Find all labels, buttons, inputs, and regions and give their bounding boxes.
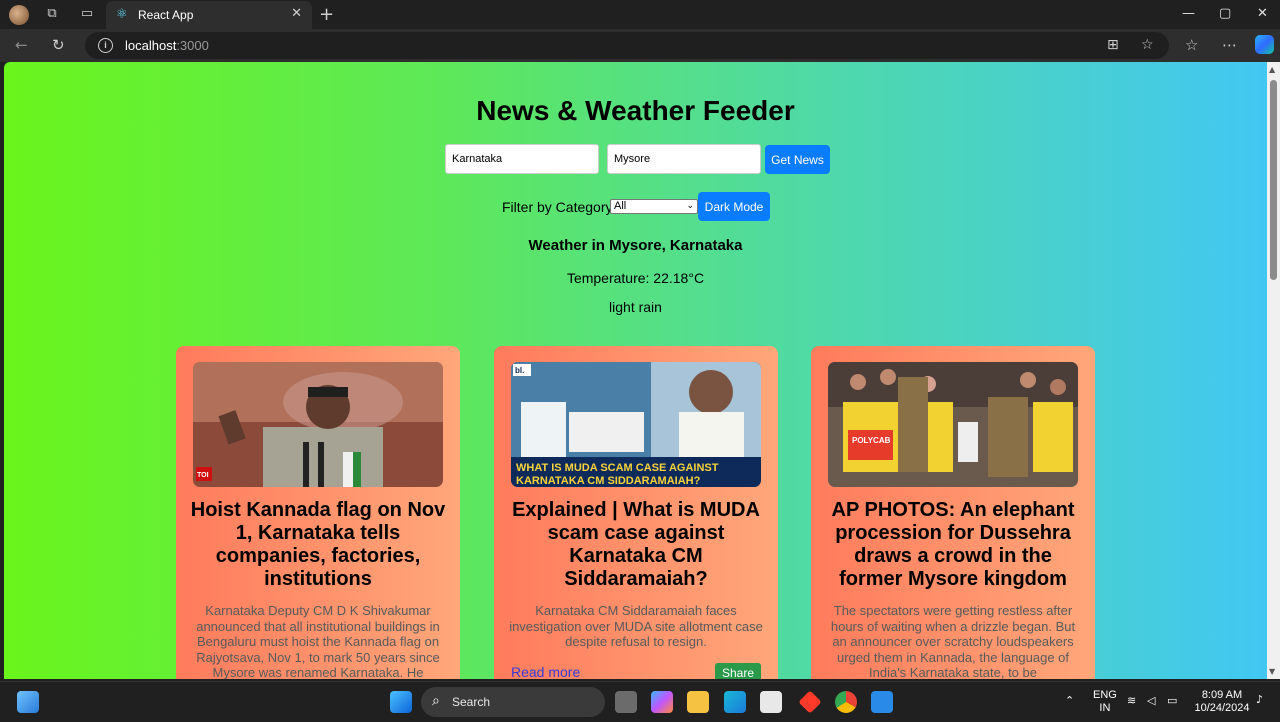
svg-text:KARNATAKA CM SIDDARAMAIAH?: KARNATAKA CM SIDDARAMAIAH? (516, 475, 701, 487)
edge-icon[interactable] (724, 691, 746, 713)
more-options-icon[interactable]: ⋯ (1222, 36, 1237, 54)
news-title: AP PHOTOS: An elephant procession for Du… (831, 499, 1075, 590)
svg-text:WHAT IS MUDA SCAM CASE AGAINST: WHAT IS MUDA SCAM CASE AGAINST (516, 462, 719, 474)
chrome-icon[interactable] (835, 691, 857, 713)
weather-title: Weather in Mysore, Karnataka (528, 237, 743, 254)
tab-title: React App (138, 8, 194, 22)
city-input[interactable]: Mysore (607, 144, 761, 174)
back-icon[interactable]: ← (15, 36, 28, 54)
news-title: Explained | What is MUDA scam case again… (512, 499, 760, 590)
news-card: bl. WHAT IS MUDA SCAM CASE AGAINST KARNA… (494, 346, 778, 679)
get-news-button[interactable]: Get News (765, 145, 830, 174)
new-tab-icon[interactable]: + (319, 4, 334, 25)
weather-temperature: Temperature: 22.18°C (566, 270, 705, 286)
svg-text:POLYCAB: POLYCAB (852, 436, 891, 445)
news-description: Karnataka Deputy CM D K Shivakumar annou… (196, 603, 440, 679)
refresh-icon[interactable]: ↻ (52, 36, 65, 54)
news-card: TOI Hoist Kannada flag on Nov 1, Karnata… (176, 346, 460, 679)
wifi-icon[interactable]: ≋ (1127, 694, 1136, 707)
windows-taskbar: ⌕ Search ⌃ ENG IN ≋ ◁ ▭ 8:09 AM 10/24/2024… (0, 681, 1280, 722)
widgets-icon[interactable] (17, 691, 39, 713)
copilot-icon[interactable] (1255, 35, 1274, 54)
dark-mode-button[interactable]: Dark Mode (698, 192, 770, 221)
copilot-taskbar-icon[interactable] (651, 691, 673, 713)
search-icon: ⌕ (432, 693, 440, 709)
tray-chevron-icon[interactable]: ⌃ (1065, 694, 1074, 707)
category-select[interactable]: All ⌄ (610, 199, 698, 214)
app-title: News & Weather Feeder (476, 95, 795, 126)
split-screen-icon[interactable]: ⊞ (1107, 37, 1119, 53)
workspaces-icon[interactable]: ⧉ (44, 6, 60, 22)
news-image: bl. WHAT IS MUDA SCAM CASE AGAINST KARNA… (511, 362, 761, 487)
clock[interactable]: 8:09 AM 10/24/2024 (1190, 689, 1254, 715)
task-view-icon[interactable] (615, 691, 637, 713)
news-description: The spectators were getting restless aft… (830, 603, 1076, 679)
news-description: Karnataka CM Siddaramaiah faces investig… (509, 603, 763, 649)
close-window-icon[interactable]: ✕ (1257, 6, 1268, 21)
page-scrollbar[interactable]: ▲ ▼ (1267, 62, 1280, 679)
share-button[interactable]: Share (715, 663, 761, 679)
battery-icon[interactable]: ▭ (1167, 694, 1177, 707)
scrollbar-thumb[interactable] (1270, 80, 1277, 280)
language-indicator[interactable]: ENG IN (1093, 689, 1117, 715)
file-explorer-icon[interactable] (687, 691, 709, 713)
news-card: POLYCAB AP PHOTOS: An elephant processio… (811, 346, 1095, 679)
weather-description: light rain (609, 299, 662, 315)
vscode-icon[interactable] (871, 691, 893, 713)
news-image: TOI (193, 362, 443, 487)
state-input[interactable]: Karnataka (445, 144, 599, 174)
favorites-icon[interactable]: ☆ (1185, 36, 1198, 54)
page-viewport: News & Weather Feeder Karnataka Mysore G… (4, 62, 1267, 679)
favorite-star-icon[interactable]: ☆ (1141, 37, 1154, 53)
address-bar[interactable]: i localhost:3000 ⊞ ☆ (85, 32, 1169, 59)
site-info-icon[interactable]: i (98, 38, 113, 53)
volume-icon[interactable]: ◁ (1147, 694, 1155, 707)
profile-avatar[interactable] (9, 5, 29, 25)
url-text: localhost:3000 (125, 38, 209, 53)
tab-react-app[interactable]: ⚛ React App ✕ (106, 1, 312, 29)
search-label: Search (452, 695, 491, 709)
scroll-down-icon[interactable]: ▼ (1269, 667, 1275, 676)
category-selected: All (614, 200, 627, 212)
notification-bell-icon[interactable]: ♪ (1256, 693, 1263, 706)
svg-text:bl.: bl. (515, 366, 524, 375)
app-icon[interactable] (798, 690, 822, 714)
taskbar-search[interactable]: ⌕ Search (421, 687, 605, 717)
news-title: Hoist Kannada flag on Nov 1, Karnataka t… (190, 499, 446, 590)
react-icon: ⚛ (116, 7, 128, 22)
browser-titlebar: ⧉ ▭ ⚛ React App ✕ + — ▢ ✕ (0, 0, 1280, 29)
scroll-up-icon[interactable]: ▲ (1269, 65, 1275, 74)
tab-close-icon[interactable]: ✕ (291, 6, 302, 21)
browser-toolbar: ← ↻ i localhost:3000 ⊞ ☆ ☆ ⋯ (0, 29, 1280, 62)
read-more-link[interactable]: Read more (511, 664, 580, 679)
filter-label: Filter by Category: (502, 199, 617, 215)
store-icon[interactable] (760, 691, 782, 713)
minimize-icon[interactable]: — (1182, 6, 1195, 21)
maximize-icon[interactable]: ▢ (1219, 6, 1231, 21)
chevron-down-icon: ⌄ (686, 201, 694, 211)
svg-text:TOI: TOI (197, 472, 209, 479)
start-icon[interactable] (390, 691, 412, 713)
tab-actions-icon[interactable]: ▭ (79, 6, 95, 22)
news-image: POLYCAB (828, 362, 1078, 487)
